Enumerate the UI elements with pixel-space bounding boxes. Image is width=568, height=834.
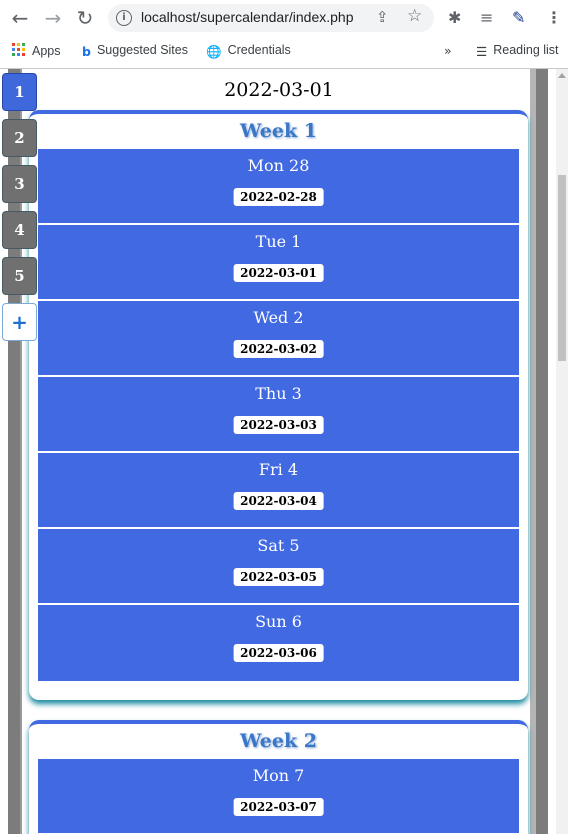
day-name: Sat 5 xyxy=(257,536,300,555)
bookmark-credentials-label: Credentials xyxy=(227,43,291,57)
week-tab-3[interactable]: 3 xyxy=(2,165,37,203)
day-cell[interactable]: Fri 4 2022-03-04 xyxy=(38,453,519,529)
add-week-button[interactable]: + xyxy=(2,303,37,341)
scrollbar-thumb[interactable] xyxy=(558,175,566,361)
url-text[interactable]: localhost/supercalendar/index.php xyxy=(141,9,353,25)
reading-list-icon: ☰ xyxy=(476,44,488,59)
forward-arrow-icon[interactable]: → xyxy=(41,6,65,30)
day-cell[interactable]: Sat 5 2022-03-05 xyxy=(38,529,519,605)
right-rail xyxy=(536,69,548,834)
bookmarks-overflow-icon[interactable]: » xyxy=(444,43,452,58)
day-cell[interactable]: Mon 28 2022-02-28 xyxy=(38,149,519,225)
extension-pen-icon[interactable]: ✎ xyxy=(512,8,525,27)
browser-toolbar: ← → ↻ i localhost/supercalendar/index.ph… xyxy=(0,0,568,36)
site-info-icon[interactable]: i xyxy=(116,10,132,26)
current-date-title: 2022-03-01 xyxy=(224,79,334,101)
day-cell[interactable]: Thu 3 2022-03-03 xyxy=(38,377,519,453)
bookmark-credentials[interactable]: 🌐 Credentials xyxy=(206,43,291,60)
day-name: Thu 3 xyxy=(255,384,302,403)
day-name: Mon 7 xyxy=(252,766,305,785)
day-cell[interactable]: Mon 7 2022-03-07 xyxy=(38,759,519,834)
day-name: Wed 2 xyxy=(253,308,304,327)
day-name: Sun 6 xyxy=(255,612,302,631)
bookmark-apps-label: Apps xyxy=(32,44,61,58)
week-tab-1[interactable]: 1 xyxy=(2,73,37,111)
scroll-up-arrow-icon[interactable] xyxy=(558,73,566,78)
day-cell[interactable]: Sun 6 2022-03-06 xyxy=(38,605,519,681)
apps-grid-icon xyxy=(12,43,26,60)
bookmark-star-icon[interactable]: ☆ xyxy=(407,6,422,26)
day-date-badge: 2022-03-05 xyxy=(233,568,324,586)
reading-list-label: Reading list xyxy=(493,43,559,57)
week-tab-2[interactable]: 2 xyxy=(2,119,37,157)
address-bar[interactable]: i localhost/supercalendar/index.php ⇪ ☆ xyxy=(108,4,434,32)
reading-list-button[interactable]: ☰ Reading list xyxy=(476,43,559,59)
day-date-badge: 2022-03-03 xyxy=(233,416,324,434)
share-icon[interactable]: ⇪ xyxy=(376,8,389,26)
day-date-badge: 2022-03-01 xyxy=(233,264,324,282)
bookmark-suggested-sites-label: Suggested Sites xyxy=(96,43,188,57)
day-date-badge: 2022-03-07 xyxy=(233,798,324,816)
day-name: Mon 28 xyxy=(247,156,310,175)
week-title: Week 2 xyxy=(240,730,317,752)
bookmarks-bar: Apps b Suggested Sites 🌐 Credentials » ☰ Re… xyxy=(0,36,568,66)
bookmark-apps[interactable]: Apps xyxy=(12,43,61,60)
back-arrow-icon[interactable]: ← xyxy=(8,6,32,30)
week-card: Week 2 Mon 7 2022-03-07 xyxy=(29,720,528,834)
bing-icon: b xyxy=(82,44,91,59)
bookmark-suggested-sites[interactable]: b Suggested Sites xyxy=(82,43,188,59)
calendar-page: 2022-03-01 Week 1 Mon 28 2022-02-28 Tue … xyxy=(0,69,568,834)
extensions-puzzle-icon[interactable]: ✱ xyxy=(448,8,461,27)
week-tab-5[interactable]: 5 xyxy=(2,257,37,295)
day-date-badge: 2022-03-06 xyxy=(233,644,324,662)
week-title: Week 1 xyxy=(240,120,317,142)
day-cell[interactable]: Wed 2 2022-03-02 xyxy=(38,301,519,377)
day-name: Fri 4 xyxy=(258,460,299,479)
reload-icon[interactable]: ↻ xyxy=(73,6,97,30)
globe-icon: 🌐 xyxy=(206,44,222,59)
day-name: Tue 1 xyxy=(255,232,302,251)
menu-kebab-icon[interactable]: ⋮ xyxy=(546,8,562,27)
day-date-badge: 2022-02-28 xyxy=(233,188,324,206)
day-cell[interactable]: Tue 1 2022-03-01 xyxy=(38,225,519,301)
week-card: Week 1 Mon 28 2022-02-28 Tue 1 2022-03-0… xyxy=(29,110,528,700)
day-date-badge: 2022-03-02 xyxy=(233,340,324,358)
media-control-icon[interactable]: ≡ xyxy=(480,8,493,27)
week-tab-4[interactable]: 4 xyxy=(2,211,37,249)
day-date-badge: 2022-03-04 xyxy=(233,492,324,510)
